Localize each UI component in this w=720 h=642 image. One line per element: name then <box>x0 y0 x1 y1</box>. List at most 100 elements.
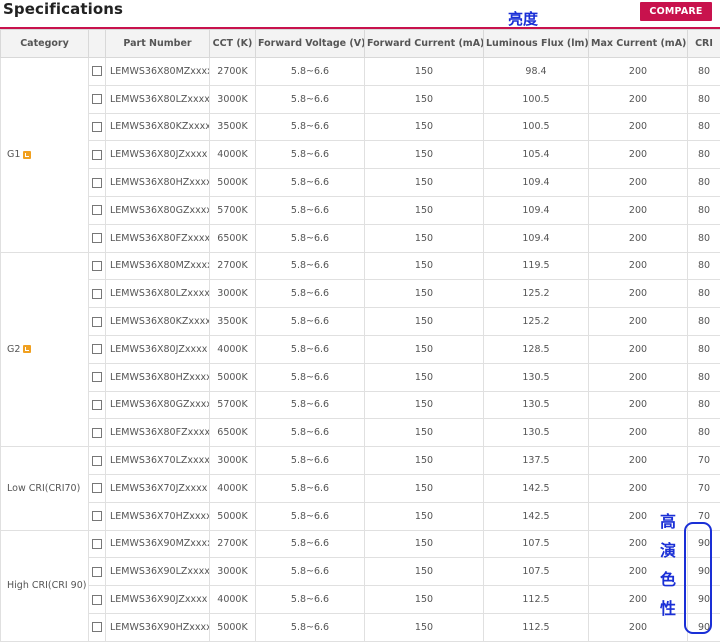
cct-cell: 5700K <box>210 196 256 224</box>
max-current-cell: 200 <box>589 391 688 419</box>
forward-voltage-cell: 5.8~6.6 <box>256 391 365 419</box>
forward-current-cell: 150 <box>365 613 484 641</box>
row-checkbox[interactable] <box>92 428 102 438</box>
cct-cell: 2700K <box>210 252 256 280</box>
cct-cell: 3000K <box>210 558 256 586</box>
header-forward-voltage: Forward Voltage (V) <box>256 30 365 58</box>
forward-current-cell: 150 <box>365 196 484 224</box>
cri-cell: 70 <box>688 447 720 475</box>
luminous-flux-cell: 112.5 <box>484 586 589 614</box>
header-max-current: Max Current (mA) <box>589 30 688 58</box>
row-checkbox[interactable] <box>92 233 102 243</box>
table-row: LEMWS36X80KZxxxx3500K5.8~6.6150100.52008… <box>1 113 720 141</box>
select-cell <box>89 391 106 419</box>
luminous-flux-cell: 125.2 <box>484 308 589 336</box>
part-number-cell: LEMWS36X80GZxxxx <box>106 196 210 224</box>
forward-voltage-cell: 5.8~6.6 <box>256 419 365 447</box>
select-cell <box>89 335 106 363</box>
part-number-cell: LEMWS36X90JZxxxx <box>106 586 210 614</box>
check-badge-icon <box>23 151 31 159</box>
part-number-cell: LEMWS36X80LZxxxx <box>106 280 210 308</box>
table-row: LEMWS36X80LZxxxx3000K5.8~6.6150125.22008… <box>1 280 720 308</box>
forward-voltage-cell: 5.8~6.6 <box>256 586 365 614</box>
cri-cell: 80 <box>688 335 720 363</box>
cct-cell: 3000K <box>210 280 256 308</box>
forward-voltage-cell: 5.8~6.6 <box>256 169 365 197</box>
cct-cell: 3500K <box>210 113 256 141</box>
cct-cell: 5000K <box>210 502 256 530</box>
part-number-cell: LEMWS36X70JZxxxx <box>106 474 210 502</box>
select-cell <box>89 586 106 614</box>
cct-cell: 2700K <box>210 530 256 558</box>
luminous-flux-cell: 107.5 <box>484 558 589 586</box>
luminous-flux-cell: 130.5 <box>484 363 589 391</box>
header-forward-current: Forward Current (mA) <box>365 30 484 58</box>
row-checkbox[interactable] <box>92 178 102 188</box>
luminous-flux-cell: 109.4 <box>484 224 589 252</box>
forward-current-cell: 150 <box>365 308 484 336</box>
row-checkbox[interactable] <box>92 483 102 493</box>
row-checkbox[interactable] <box>92 622 102 632</box>
category-label: High CRI(CRI 90) <box>7 580 86 591</box>
table-row: LEMWS36X80GZxxxx5700K5.8~6.6150109.42008… <box>1 196 720 224</box>
row-checkbox[interactable] <box>92 317 102 327</box>
luminous-flux-cell: 137.5 <box>484 447 589 475</box>
cct-cell: 5000K <box>210 363 256 391</box>
cri-cell: 70 <box>688 474 720 502</box>
part-number-cell: LEMWS36X80HZxxxx <box>106 363 210 391</box>
select-cell <box>89 280 106 308</box>
cct-cell: 5000K <box>210 613 256 641</box>
forward-voltage-cell: 5.8~6.6 <box>256 280 365 308</box>
part-number-cell: LEMWS36X80KZxxxx <box>106 308 210 336</box>
forward-voltage-cell: 5.8~6.6 <box>256 558 365 586</box>
max-current-cell: 200 <box>589 363 688 391</box>
row-checkbox[interactable] <box>92 456 102 466</box>
row-checkbox[interactable] <box>92 150 102 160</box>
row-checkbox[interactable] <box>92 261 102 271</box>
row-checkbox[interactable] <box>92 94 102 104</box>
row-checkbox[interactable] <box>92 400 102 410</box>
forward-current-cell: 150 <box>365 141 484 169</box>
row-checkbox[interactable] <box>92 539 102 549</box>
forward-current-cell: 150 <box>365 113 484 141</box>
table-row: LEMWS36X80FZxxxx6500K5.8~6.6150130.52008… <box>1 419 720 447</box>
select-cell <box>89 613 106 641</box>
header-select <box>89 30 106 58</box>
max-current-cell: 200 <box>589 224 688 252</box>
table-row: LEMWS36X80HZxxxx5000K5.8~6.6150109.42008… <box>1 169 720 197</box>
part-number-cell: LEMWS36X80JZxxxx <box>106 335 210 363</box>
row-checkbox[interactable] <box>92 289 102 299</box>
header-cct: CCT (K) <box>210 30 256 58</box>
max-current-cell: 200 <box>589 308 688 336</box>
max-current-cell: 200 <box>589 141 688 169</box>
row-checkbox[interactable] <box>92 567 102 577</box>
table-row: LEMWS36X80LZxxxx3000K5.8~6.6150100.52008… <box>1 85 720 113</box>
cct-cell: 6500K <box>210 419 256 447</box>
compare-button[interactable]: COMPARE <box>640 2 712 21</box>
row-checkbox[interactable] <box>92 205 102 215</box>
part-number-cell: LEMWS36X70LZxxxx <box>106 447 210 475</box>
select-cell <box>89 308 106 336</box>
forward-voltage-cell: 5.8~6.6 <box>256 447 365 475</box>
row-checkbox[interactable] <box>92 595 102 605</box>
row-checkbox[interactable] <box>92 511 102 521</box>
cri-cell: 80 <box>688 419 720 447</box>
select-cell <box>89 502 106 530</box>
forward-current-cell: 150 <box>365 447 484 475</box>
row-checkbox[interactable] <box>92 66 102 76</box>
select-cell <box>89 58 106 86</box>
max-current-cell: 200 <box>589 58 688 86</box>
luminous-flux-cell: 142.5 <box>484 474 589 502</box>
row-checkbox[interactable] <box>92 122 102 132</box>
cri-cell: 80 <box>688 391 720 419</box>
select-cell <box>89 558 106 586</box>
cct-cell: 3500K <box>210 308 256 336</box>
cct-cell: 5700K <box>210 391 256 419</box>
part-number-cell: LEMWS36X80JZxxxx <box>106 141 210 169</box>
cri-cell: 80 <box>688 141 720 169</box>
row-checkbox[interactable] <box>92 344 102 354</box>
row-checkbox[interactable] <box>92 372 102 382</box>
cri-cell: 80 <box>688 252 720 280</box>
table-row: LEMWS36X70HZxxxx5000K5.8~6.6150142.52007… <box>1 502 720 530</box>
cri-cell: 80 <box>688 308 720 336</box>
